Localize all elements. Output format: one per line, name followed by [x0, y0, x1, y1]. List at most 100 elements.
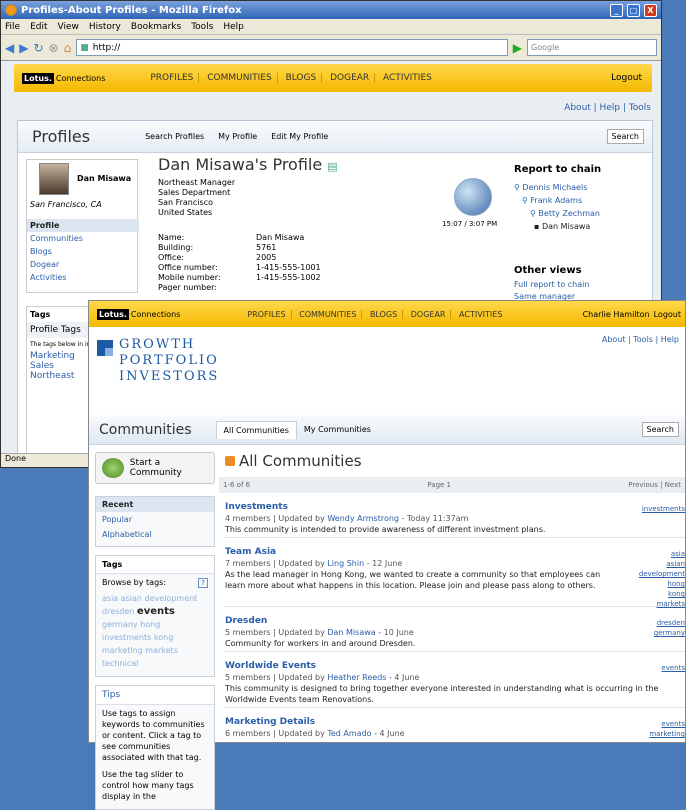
reload-icon[interactable]: ↻ [33, 41, 43, 55]
tab-edit-profile[interactable]: Edit My Profile [271, 132, 328, 141]
title-bar: Profiles-About Profiles - Mozilla Firefo… [1, 1, 661, 19]
back-icon[interactable]: ◀ [5, 41, 14, 55]
menu-bar: File Edit View History Bookmarks Tools H… [1, 19, 661, 35]
nav-profiles[interactable]: PROFILES [145, 73, 200, 83]
tab-search-profiles[interactable]: Search Profiles [145, 132, 204, 141]
tips-panel: Tips Use tags to assign keywords to comm… [95, 685, 215, 810]
nav-dogear[interactable]: DOGEAR [325, 73, 376, 83]
nav-profiles[interactable]: PROFILES [242, 309, 292, 319]
menu-edit[interactable]: Edit [30, 22, 47, 32]
chain-person[interactable]: ⚲ Dennis Michaels [514, 183, 601, 192]
nav-dogear[interactable]: DOGEAR [405, 309, 452, 319]
page-icon: ■ [80, 42, 89, 53]
tab-all-communities[interactable]: All Communities [215, 420, 297, 439]
community-item: Dresden 5 members | Updated by Dan Misaw… [225, 616, 685, 652]
menu-bookmarks[interactable]: Bookmarks [131, 22, 181, 32]
lotus-logo: Lotus. [97, 308, 129, 320]
vcard-icon[interactable]: ▤ [327, 160, 337, 173]
lotus-brand: Connections [55, 73, 106, 83]
tip-text: Use the tag slider to control how many t… [102, 770, 194, 801]
tags-panel: Tags Browse by tags:? asia asian develop… [95, 555, 215, 677]
community-tags[interactable]: events [661, 663, 685, 673]
chain-person[interactable]: ⚲ Betty Zechman [514, 209, 601, 218]
report-chain: Report to chain ⚲ Dennis Michaels ⚲ Fran… [514, 164, 601, 235]
web-search-input[interactable]: Google [527, 39, 657, 56]
community-tags[interactable]: events marketing [649, 719, 685, 739]
menu-view[interactable]: View [58, 22, 79, 32]
communities-list: All Communities 1-6 of 6 Page 1 Previous… [219, 452, 685, 741]
card-name: Dan Misawa [77, 174, 132, 183]
nav-activities[interactable]: ACTIVITIES [454, 310, 507, 319]
profile-info: Northeast Manager Sales Department San F… [158, 178, 236, 217]
pager-links[interactable]: Previous | Next [628, 481, 681, 489]
close-button[interactable]: X [644, 3, 657, 17]
browse-label: Browse by tags: [102, 578, 167, 587]
nav-communities[interactable]: COMMUNITIES [202, 73, 278, 83]
menu-history[interactable]: History [89, 22, 121, 32]
menu-blogs[interactable]: Blogs [27, 245, 139, 258]
report-chain-title: Report to chain [514, 164, 602, 175]
nav-communities[interactable]: COMMUNITIES [294, 309, 363, 319]
window-title: Profiles-About Profiles - Mozilla Firefo… [21, 4, 242, 16]
sort-popular[interactable]: Popular [96, 512, 214, 527]
menu-file[interactable]: File [5, 22, 20, 32]
start-community-button[interactable]: Start a Community [95, 452, 215, 484]
chain-person[interactable]: ⚲ Frank Adams [514, 196, 601, 205]
tag-cloud[interactable]: asia asian development dresden events ge… [96, 592, 214, 670]
community-title[interactable]: Worldwide Events [225, 661, 685, 672]
logout-link[interactable]: Logout [611, 73, 642, 83]
url-bar[interactable]: ■ http:// [76, 39, 508, 56]
communities-header: Communities All Communities My Communiti… [89, 415, 685, 445]
rss-icon[interactable] [225, 456, 235, 466]
utility-links[interactable]: About | Help | Tools [564, 103, 651, 113]
menu-tools[interactable]: Tools [191, 22, 213, 32]
search-button[interactable]: Search [606, 129, 644, 144]
home-icon[interactable]: ⌂ [64, 41, 72, 55]
profile-title: Dan Misawa's Profile ▤ [158, 155, 338, 174]
community-title[interactable]: Marketing Details [225, 717, 685, 728]
tab-my-profile[interactable]: My Profile [218, 132, 257, 141]
sort-alphabetical[interactable]: Alphabetical [96, 527, 214, 542]
utility-links[interactable]: About | Tools | Help [602, 335, 679, 344]
community-title[interactable]: Team Asia [225, 547, 685, 558]
community-tags[interactable]: investments [642, 504, 685, 514]
community-item: Team Asia 7 members | Updated by Ling Sh… [225, 547, 685, 609]
lotus-brand: Connections [130, 309, 181, 319]
maximize-button[interactable]: □ [627, 3, 640, 17]
sidebar: Recent Popular Alphabetical Tags Browse … [95, 496, 215, 810]
forward-icon[interactable]: ▶ [19, 41, 28, 55]
logout-link[interactable]: Logout [654, 310, 681, 319]
sort-recent[interactable]: Recent [96, 497, 214, 512]
stop-icon[interactable]: ⊗ [49, 41, 59, 55]
minimize-button[interactable]: _ [610, 3, 623, 17]
go-icon[interactable]: ▶ [513, 41, 522, 55]
communities-title: Communities [99, 421, 192, 438]
other-views-title: Other views [514, 265, 582, 276]
nav-activities[interactable]: ACTIVITIES [378, 73, 437, 83]
full-report-chain-link[interactable]: Full report to chain [514, 280, 589, 289]
menu-communities[interactable]: Communities [27, 232, 139, 245]
tip-text: Use tags to assign keywords to communiti… [102, 709, 205, 762]
nav-toolbar: ◀ ▶ ↻ ⊗ ⌂ ■ http:// ▶ Google [1, 35, 661, 61]
nav-blogs[interactable]: BLOGS [280, 73, 323, 83]
lotus-header-2: Lotus. Connections PROFILES COMMUNITIES … [89, 301, 685, 327]
search-button[interactable]: Search [641, 422, 679, 437]
tab-my-communities[interactable]: My Communities [297, 421, 378, 438]
menu-activities[interactable]: Activities [27, 271, 139, 284]
user-name[interactable]: Charlie Hamilton [583, 310, 650, 319]
menu-dogear[interactable]: Dogear [27, 258, 139, 271]
nav-blogs[interactable]: BLOGS [364, 309, 404, 319]
community-title[interactable]: Investments [225, 502, 685, 513]
community-title[interactable]: Dresden [225, 616, 685, 627]
menu-profile[interactable]: Profile [27, 219, 139, 232]
tips-title: Tips [96, 686, 214, 705]
help-icon[interactable]: ? [198, 578, 208, 588]
community-tags[interactable]: dresden germany [654, 618, 685, 638]
firefox-icon [5, 4, 17, 16]
profile-menu: Profile Communities Blogs Dogear Activit… [27, 219, 139, 284]
menu-help[interactable]: Help [223, 22, 244, 32]
community-item: Marketing Details 6 members | Updated by… [225, 717, 685, 739]
lotus-logo: Lotus. [22, 72, 54, 84]
community-tags[interactable]: asia asian development hong kong markets [639, 549, 685, 609]
people-icon [102, 458, 124, 478]
